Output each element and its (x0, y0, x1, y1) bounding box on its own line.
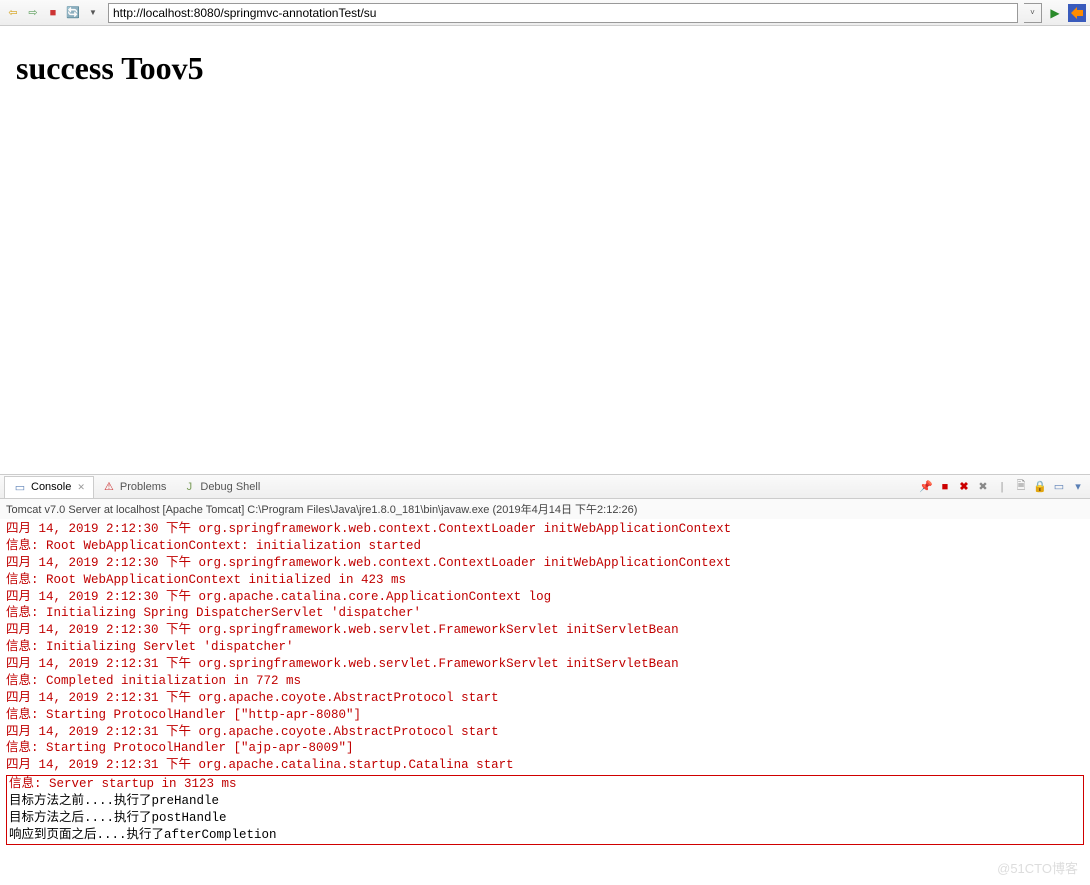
console-panel: ▭ Console ✕ ⚠ Problems J Debug Shell 📌 ■… (0, 474, 1090, 847)
tab-label: Problems (120, 481, 166, 493)
problems-icon: ⚠ (102, 480, 116, 494)
terminate-icon[interactable]: ■ (937, 479, 953, 495)
tab-debug-shell[interactable]: J Debug Shell (174, 476, 268, 498)
log-line: 信息: Completed initialization in 772 ms (6, 673, 1084, 690)
forward-button[interactable]: ⇨ (24, 4, 42, 22)
debug-shell-icon: J (182, 480, 196, 494)
remove-all-icon[interactable]: ✖ (975, 479, 991, 495)
back-button[interactable]: ⇦ (4, 4, 22, 22)
log-line: 信息: Root WebApplicationContext: initiali… (6, 538, 1084, 555)
log-line: 四月 14, 2019 2:12:31 下午 org.apache.catali… (6, 757, 1084, 774)
log-line: 目标方法之后....执行了postHandle (9, 810, 1081, 827)
refresh-button[interactable]: 🔄 (64, 4, 82, 22)
log-line: 信息: Starting ProtocolHandler ["ajp-apr-8… (6, 740, 1084, 757)
browser-content: success Toov5 (0, 26, 1090, 474)
clear-console-icon[interactable]: 🗎 (1013, 479, 1029, 495)
log-line: 四月 14, 2019 2:12:30 下午 org.springframewo… (6, 555, 1084, 572)
display-selected-icon[interactable]: ▭ (1051, 479, 1067, 495)
log-line: 四月 14, 2019 2:12:31 下午 org.springframewo… (6, 656, 1084, 673)
open-console-icon[interactable]: ▾ (1070, 479, 1086, 495)
pin-icon[interactable]: 📌 (918, 479, 934, 495)
close-icon[interactable]: ✕ (77, 482, 85, 493)
url-dropdown[interactable]: ˅ (1024, 3, 1042, 23)
stop-button[interactable]: ■ (44, 4, 62, 22)
log-line: 响应到页面之后....执行了afterCompletion (9, 827, 1081, 844)
browser-toolbar: ⇦ ⇨ ■ 🔄 ▼ ˅ ▶ (0, 0, 1090, 26)
log-line: 信息: Initializing Servlet 'dispatcher' (6, 639, 1084, 656)
console-output: 四月 14, 2019 2:12:30 下午 org.springframewo… (0, 519, 1090, 847)
tab-problems[interactable]: ⚠ Problems (94, 476, 174, 498)
page-title: success Toov5 (16, 50, 1074, 87)
log-line: 四月 14, 2019 2:12:30 下午 org.springframewo… (6, 622, 1084, 639)
log-line: 目标方法之前....执行了preHandle (9, 793, 1081, 810)
tab-console[interactable]: ▭ Console ✕ (4, 476, 94, 498)
tab-label: Debug Shell (200, 481, 260, 493)
watermark: @51CTO博客 (997, 858, 1078, 877)
console-toolbar: 📌 ■ ✖ ✖ | 🗎 🔒 ▭ ▾ (918, 479, 1086, 495)
panel-tab-row: ▭ Console ✕ ⚠ Problems J Debug Shell 📌 ■… (0, 475, 1090, 499)
console-process-label: Tomcat v7.0 Server at localhost [Apache … (0, 499, 1090, 519)
open-external-button[interactable] (1068, 4, 1086, 22)
log-line: 信息: Root WebApplicationContext initializ… (6, 572, 1084, 589)
log-line: 四月 14, 2019 2:12:31 下午 org.apache.coyote… (6, 690, 1084, 707)
log-line: 四月 14, 2019 2:12:31 下午 org.apache.coyote… (6, 724, 1084, 741)
log-line: 信息: Initializing Spring DispatcherServle… (6, 605, 1084, 622)
url-input[interactable] (108, 3, 1018, 23)
tab-label: Console (31, 481, 71, 493)
scroll-lock-icon[interactable]: 🔒 (1032, 479, 1048, 495)
log-line: 信息: Starting ProtocolHandler ["http-apr-… (6, 707, 1084, 724)
log-line: 四月 14, 2019 2:12:30 下午 org.springframewo… (6, 521, 1084, 538)
dropdown-button[interactable]: ▼ (84, 4, 102, 22)
highlighted-output: 信息: Server startup in 3123 ms目标方法之前....执… (6, 775, 1084, 845)
log-line: 信息: Server startup in 3123 ms (9, 776, 1081, 793)
console-icon: ▭ (13, 480, 27, 494)
log-line: 四月 14, 2019 2:12:30 下午 org.apache.catali… (6, 589, 1084, 606)
go-button[interactable]: ▶ (1046, 4, 1064, 22)
remove-terminated-icon[interactable]: ✖ (956, 479, 972, 495)
sep-icon: | (994, 479, 1010, 495)
